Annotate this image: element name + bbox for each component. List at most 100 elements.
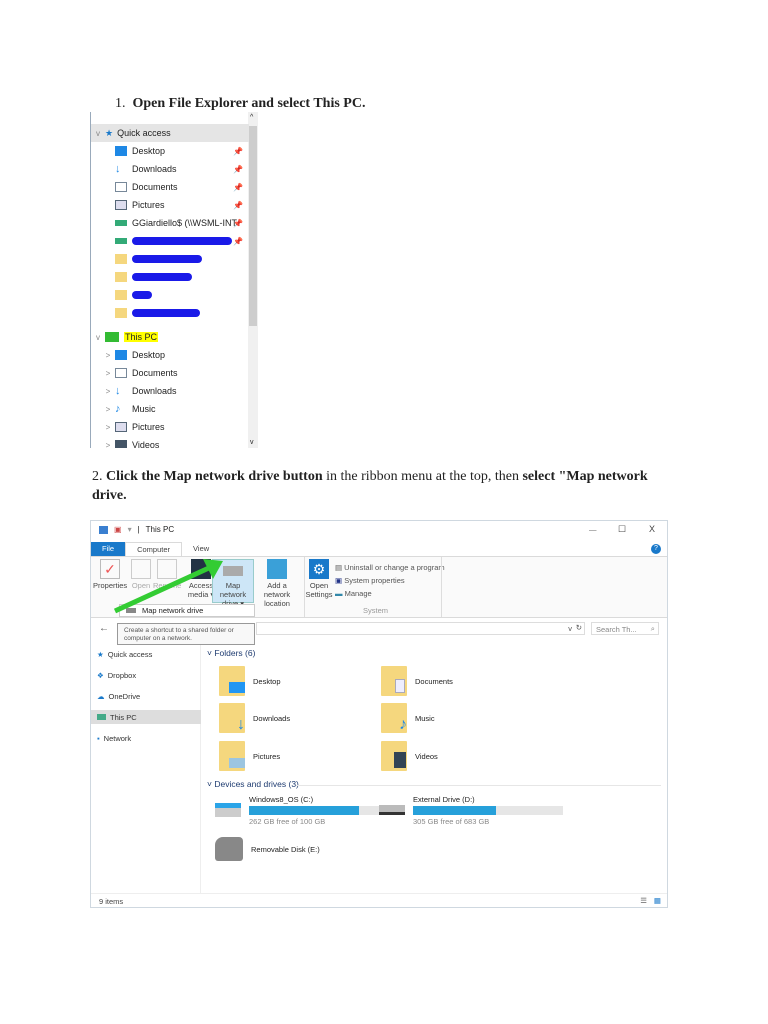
dropdown-icon[interactable]: ▾ — [128, 525, 132, 534]
folders-header[interactable]: ˅ Folders (6) — [207, 648, 255, 658]
back-icon[interactable]: ← — [99, 623, 109, 634]
ribbon-tabs: File Computer View ? — [91, 542, 667, 556]
nav-this-pc[interactable]: This PC — [91, 710, 201, 724]
folder-icon: ↓ — [219, 703, 245, 733]
tab-computer[interactable]: Computer — [125, 542, 183, 556]
download-icon: ↓ — [115, 163, 121, 175]
nav-item-redacted[interactable] — [91, 250, 249, 268]
tiles-view-icon[interactable]: ▦ — [654, 896, 661, 905]
computer-icon — [105, 332, 119, 342]
nav-item[interactable]: Documents 📌 — [91, 178, 249, 196]
label: Pictures — [253, 751, 281, 761]
nav-item-redacted[interactable] — [91, 286, 249, 304]
search-icon: ⌕ — [650, 623, 655, 633]
label: Folders (6) — [214, 648, 256, 658]
documents-icon — [115, 182, 127, 192]
label: Documents — [132, 368, 178, 378]
nav-item[interactable]: > Pictures — [91, 418, 249, 436]
drive-e[interactable]: Removable Disk (E:) — [215, 837, 320, 861]
add-network-location-button[interactable]: Add a network location — [255, 559, 299, 608]
nav-item[interactable]: ↓ Downloads 📌 — [91, 160, 249, 178]
title-bar: ▣ ▾ | This PC — [99, 525, 174, 534]
green-arrow-annotation — [113, 559, 223, 614]
details-view-icon[interactable]: ☰ — [640, 896, 647, 905]
nav-item[interactable]: > ♪ Music — [91, 400, 249, 418]
nav-quick-access[interactable]: ★ Quick access — [97, 647, 152, 661]
nav-item-redacted[interactable]: 📌 — [91, 232, 249, 250]
pictures-icon — [115, 422, 127, 432]
tab-view[interactable]: View — [182, 542, 220, 556]
maximize-button[interactable]: ☐ — [618, 524, 626, 535]
nav-item-redacted[interactable] — [91, 268, 249, 286]
close-button[interactable]: X — [649, 524, 655, 534]
label: System properties — [344, 576, 405, 585]
label: Uninstall or change a program — [344, 563, 445, 572]
folder-videos[interactable]: Videos — [381, 741, 438, 771]
folder-icon — [115, 272, 127, 282]
folder-music[interactable]: ♪ Music — [381, 703, 435, 733]
nav-dropbox[interactable]: ❖ Dropbox — [97, 668, 136, 682]
item-count: 9 items — [99, 897, 124, 906]
nav-item[interactable]: > Videos — [91, 436, 249, 448]
step-text: in the ribbon menu at the top, then — [322, 469, 523, 484]
explorer-icon — [99, 525, 108, 534]
label: Desktop — [132, 146, 166, 156]
nav-item[interactable]: > Documents — [91, 364, 249, 382]
pin-icon: 📌 — [233, 218, 243, 228]
label: Manage — [344, 589, 372, 598]
music-icon: ♪ — [115, 403, 121, 415]
nav-network[interactable]: ▪ Network — [97, 731, 131, 745]
drive-free-space: 305 GB free of 683 GB — [413, 817, 490, 826]
nav-this-pc[interactable]: v This PC — [91, 328, 249, 346]
group-label: System — [363, 606, 389, 615]
label: Videos — [415, 751, 438, 761]
nav-item[interactable]: Desktop 📌 — [91, 142, 249, 160]
label: Network — [103, 733, 132, 743]
step-1: 1. Open File Explorer and select This PC… — [115, 94, 365, 113]
status-bar: 9 items ☰ ▦ — [91, 893, 667, 907]
nav-quick-access[interactable]: v ★ Quick access — [91, 124, 249, 142]
help-icon[interactable]: ? — [651, 544, 661, 554]
drive-name: External Drive (D:) — [413, 795, 475, 804]
desktop-icon — [115, 146, 127, 156]
address-bar[interactable]: v ↻ — [256, 621, 585, 635]
chevron-down-icon[interactable]: v — [568, 624, 572, 633]
nav-item-redacted[interactable] — [91, 304, 249, 322]
label: Music — [132, 404, 156, 414]
properties-qa-icon[interactable]: ▣ — [114, 525, 122, 534]
drive-c[interactable]: Windows8_OS (C:) 262 GB free of 100 GB — [215, 795, 399, 826]
drive-d[interactable]: External Drive (D:) 305 GB free of 683 GB — [379, 795, 563, 826]
nav-pane: ★ Quick access ❖ Dropbox ☁ OneDrive This PC… — [91, 645, 201, 893]
folder-desktop[interactable]: Desktop — [219, 666, 281, 696]
nav-item[interactable]: GGiardiello$ (\\WSML-INT- 📌 — [91, 214, 249, 232]
label: Pictures — [132, 200, 165, 210]
nav-item[interactable]: > Desktop — [91, 346, 249, 364]
drives-header[interactable]: ˅ Devices and drives (3) — [207, 779, 299, 789]
nav-item[interactable]: Pictures 📌 — [91, 196, 249, 214]
uninstall-button[interactable]: ▤ Uninstall or change a program — [335, 561, 445, 574]
tab-file[interactable]: File — [91, 542, 126, 556]
nav-item[interactable]: > ↓ Downloads — [91, 382, 249, 400]
open-settings-button[interactable]: ⚙ Open Settings — [305, 559, 333, 599]
scrollbar[interactable]: ^ v — [248, 112, 258, 448]
folder-icon — [115, 290, 127, 300]
label: Videos — [132, 440, 160, 448]
minimize-button[interactable]: — — [589, 525, 597, 534]
label: Downloads — [132, 164, 177, 174]
folder-icon — [381, 666, 407, 696]
folder-icon — [219, 741, 245, 771]
dropbox-icon: ❖ — [97, 670, 104, 680]
folder-documents[interactable]: Documents — [381, 666, 453, 696]
folder-downloads[interactable]: ↓ Downloads — [219, 703, 290, 733]
refresh-icon[interactable]: ↻ — [576, 623, 582, 632]
system-properties-button[interactable]: ▣ System properties — [335, 574, 445, 587]
label: Desktop — [253, 676, 281, 686]
desktop-icon — [115, 350, 127, 360]
folder-pictures[interactable]: Pictures — [219, 741, 280, 771]
nav-onedrive[interactable]: ☁ OneDrive — [97, 689, 140, 703]
label: This PC — [110, 712, 137, 722]
search-input[interactable]: Search Th... ⌕ — [591, 621, 659, 635]
manage-button[interactable]: ▬ Manage — [335, 587, 445, 600]
pin-icon: 📌 — [233, 182, 243, 192]
label: Documents — [132, 182, 178, 192]
